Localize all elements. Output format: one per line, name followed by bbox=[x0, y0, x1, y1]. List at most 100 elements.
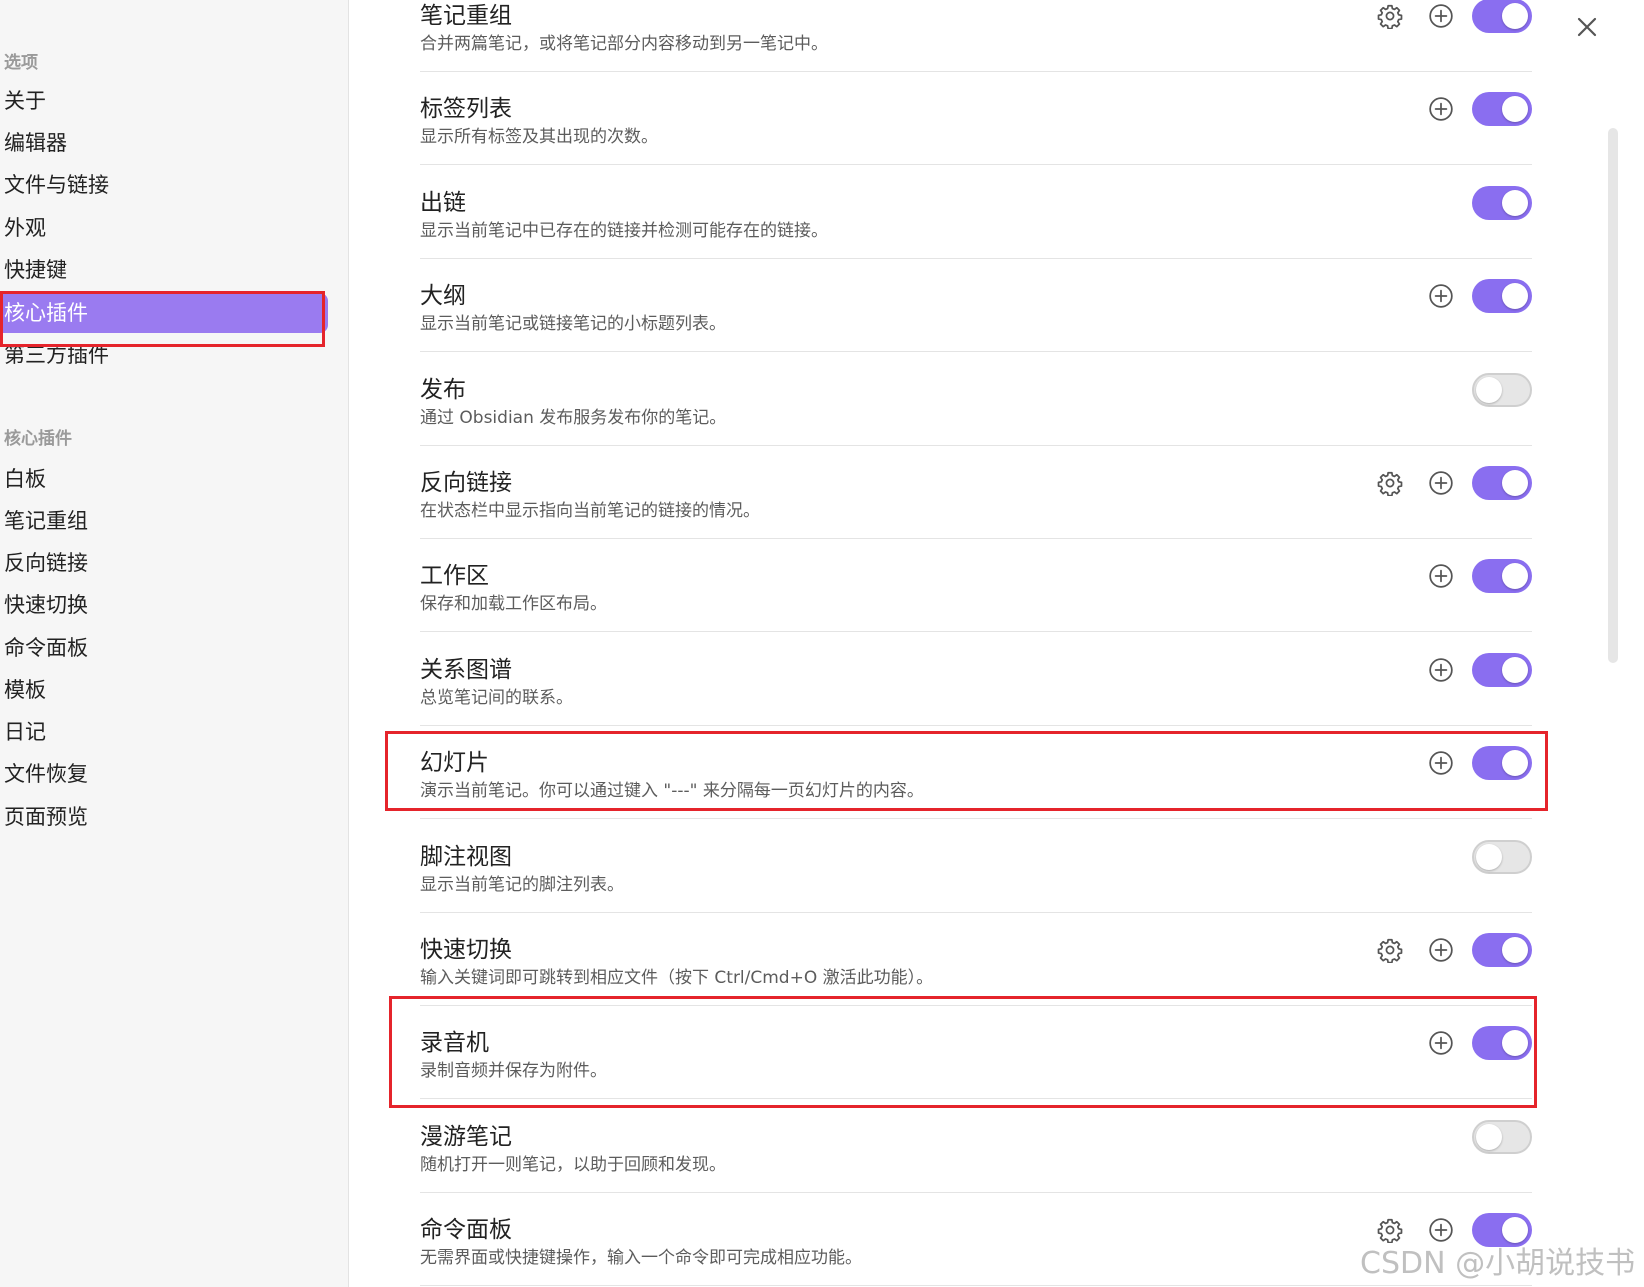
plugin-title: 工作区 bbox=[420, 563, 489, 590]
plugin-description: 显示当前笔记或链接笔记的小标题列表。 bbox=[420, 314, 726, 335]
toggle-knob bbox=[1502, 96, 1528, 123]
plugin-title: 出链 bbox=[420, 189, 466, 216]
plugin-title: 发布 bbox=[420, 376, 466, 403]
plugin-enable-toggle[interactable] bbox=[1472, 839, 1532, 874]
plugin-add-ribbon-button[interactable] bbox=[1426, 748, 1456, 778]
plugin-title: 录音机 bbox=[420, 1030, 489, 1057]
plugin-enable-toggle[interactable] bbox=[1472, 1119, 1532, 1154]
plugin-enable-toggle[interactable] bbox=[1472, 933, 1532, 967]
plugin-row: 发布通过 Obsidian 发布服务发布你的笔记。 bbox=[420, 353, 1532, 446]
plus-circle-icon bbox=[1429, 564, 1453, 589]
sidebar-item-appearance[interactable]: 外观 bbox=[0, 208, 328, 248]
plugin-description: 显示所有标签及其出现的次数。 bbox=[420, 127, 658, 148]
sidebar-item-editor[interactable]: 编辑器 bbox=[0, 123, 328, 163]
plugin-enable-toggle[interactable] bbox=[1472, 1026, 1532, 1061]
toggle-knob bbox=[1502, 937, 1528, 963]
sidebar-item-templates[interactable]: 模板 bbox=[0, 670, 328, 710]
sidebar-item-backlinks[interactable]: 反向链接 bbox=[0, 543, 328, 583]
plugin-row: 脚注视图显示当前笔记的脚注列表。 bbox=[420, 820, 1532, 913]
sidebar-item-quick-switcher[interactable]: 快速切换 bbox=[0, 585, 328, 625]
plugin-row: 大纲显示当前笔记或链接笔记的小标题列表。 bbox=[420, 259, 1532, 353]
scrollbar[interactable] bbox=[1608, 128, 1618, 663]
plugin-title: 命令面板 bbox=[420, 1217, 512, 1244]
toggle-knob bbox=[1476, 843, 1502, 870]
plus-circle-icon bbox=[1429, 658, 1453, 682]
plugin-title: 标签列表 bbox=[420, 96, 512, 123]
toggle-knob bbox=[1502, 750, 1528, 777]
plugin-row: 快速切换输入关键词即可跳转到相应文件（按下 Ctrl/Cmd+O 激活此功能）。 bbox=[420, 913, 1532, 1006]
plugin-enable-toggle[interactable] bbox=[1472, 185, 1532, 220]
plugin-row: 标签列表显示所有标签及其出现的次数。 bbox=[420, 72, 1532, 166]
plugin-description: 通过 Obsidian 发布服务发布你的笔记。 bbox=[420, 407, 727, 428]
plugin-enable-toggle[interactable] bbox=[1472, 92, 1532, 127]
sidebar-item-page-preview[interactable]: 页面预览 bbox=[0, 797, 328, 837]
sidebar-heading-core-plugins: 核心插件 bbox=[4, 429, 72, 449]
sidebar-item-hotkeys[interactable]: 快捷键 bbox=[0, 250, 328, 290]
sidebar-item-note-composer[interactable]: 笔记重组 bbox=[0, 501, 328, 541]
sidebar-item-community-plugins[interactable]: 第三方插件 bbox=[0, 335, 328, 375]
plus-circle-icon bbox=[1429, 97, 1453, 122]
sidebar-item-command-palette[interactable]: 命令面板 bbox=[0, 628, 328, 668]
plugin-enable-toggle[interactable] bbox=[1472, 466, 1532, 500]
plugin-title: 快速切换 bbox=[420, 937, 512, 963]
plugin-enable-toggle[interactable] bbox=[1472, 746, 1532, 781]
sidebar-item-about[interactable]: 关于 bbox=[0, 81, 328, 121]
sidebar-item-core-plugins[interactable]: 核心插件 bbox=[0, 293, 328, 333]
plugin-add-ribbon-button[interactable] bbox=[1426, 94, 1456, 124]
plugin-row: 关系图谱总览笔记间的联系。 bbox=[420, 633, 1532, 726]
plugin-enable-toggle[interactable] bbox=[1472, 372, 1532, 407]
plugin-description: 随机打开一则笔记，以助于回顾和发现。 bbox=[420, 1154, 726, 1175]
plugin-title: 大纲 bbox=[420, 283, 466, 310]
sidebar-item-canvas[interactable]: 白板 bbox=[0, 459, 328, 499]
plugin-add-ribbon-button[interactable] bbox=[1426, 1, 1456, 31]
plugin-settings-button[interactable] bbox=[1375, 935, 1405, 965]
plugin-row: 反向链接在状态栏中显示指向当前笔记的链接的情况。 bbox=[420, 446, 1532, 539]
plugin-title: 漫游笔记 bbox=[420, 1123, 512, 1150]
plugin-description: 录制音频并保存为附件。 bbox=[420, 1061, 607, 1082]
row-divider bbox=[420, 1285, 1532, 1287]
toggle-knob bbox=[1502, 656, 1528, 683]
plugin-enable-toggle[interactable] bbox=[1472, 0, 1532, 33]
plugin-add-ribbon-button[interactable] bbox=[1426, 281, 1456, 311]
plugin-add-ribbon-button[interactable] bbox=[1426, 561, 1456, 591]
sidebar-item-daily-notes[interactable]: 日记 bbox=[0, 712, 328, 752]
close-button[interactable] bbox=[1572, 12, 1602, 42]
plugin-add-ribbon-button[interactable] bbox=[1426, 468, 1456, 498]
plugin-enable-toggle[interactable] bbox=[1472, 279, 1532, 314]
toggle-knob bbox=[1502, 3, 1528, 29]
plugin-title: 反向链接 bbox=[420, 470, 512, 496]
gear-icon bbox=[1377, 938, 1403, 963]
plugin-description: 输入关键词即可跳转到相应文件（按下 Ctrl/Cmd+O 激活此功能）。 bbox=[420, 968, 934, 988]
plus-circle-icon bbox=[1429, 938, 1453, 962]
sidebar-item-files-links[interactable]: 文件与链接 bbox=[0, 165, 328, 205]
toggle-knob bbox=[1502, 470, 1528, 496]
toggle-knob bbox=[1502, 1030, 1528, 1057]
toggle-knob bbox=[1502, 189, 1528, 216]
plugin-description: 保存和加载工作区布局。 bbox=[420, 594, 607, 615]
plugin-title: 关系图谱 bbox=[420, 656, 512, 683]
plugin-description: 显示当前笔记的脚注列表。 bbox=[420, 874, 624, 895]
plugin-description: 无需界面或快捷键操作，输入一个命令即可完成相应功能。 bbox=[420, 1248, 862, 1269]
sidebar-item-file-recovery[interactable]: 文件恢复 bbox=[0, 754, 328, 794]
plugin-title: 脚注视图 bbox=[420, 843, 512, 870]
toggle-knob bbox=[1476, 1123, 1502, 1150]
plus-circle-icon bbox=[1429, 284, 1453, 308]
plugin-row: 出链显示当前笔记中已存在的链接并检测可能存在的链接。 bbox=[420, 166, 1532, 259]
plugin-description: 总览笔记间的联系。 bbox=[420, 687, 573, 708]
plugin-add-ribbon-button[interactable] bbox=[1426, 935, 1456, 965]
plugin-description: 在状态栏中显示指向当前笔记的链接的情况。 bbox=[420, 501, 760, 521]
plugin-settings-button[interactable] bbox=[1375, 468, 1405, 498]
plugin-description: 演示当前笔记。你可以通过键入 "---" 来分隔每一页幻灯片的内容。 bbox=[420, 781, 924, 802]
plugin-title: 幻灯片 bbox=[420, 750, 489, 777]
plugin-description: 显示当前笔记中已存在的链接并检测可能存在的链接。 bbox=[420, 220, 828, 241]
plugin-add-ribbon-button[interactable] bbox=[1426, 1028, 1456, 1058]
plugin-enable-toggle[interactable] bbox=[1472, 652, 1532, 687]
plugin-enable-toggle[interactable] bbox=[1472, 559, 1532, 594]
plus-circle-icon bbox=[1429, 1031, 1453, 1056]
plugin-settings-button[interactable] bbox=[1375, 1, 1405, 31]
plugin-add-ribbon-button[interactable] bbox=[1426, 655, 1456, 685]
toggle-knob bbox=[1502, 563, 1528, 590]
plus-circle-icon bbox=[1429, 471, 1453, 495]
close-icon bbox=[1577, 17, 1597, 37]
settings-sidebar: 选项 关于 编辑器 文件与链接 外观 快捷键 核心插件 第三方插件 核心插件 白… bbox=[0, 0, 349, 1287]
